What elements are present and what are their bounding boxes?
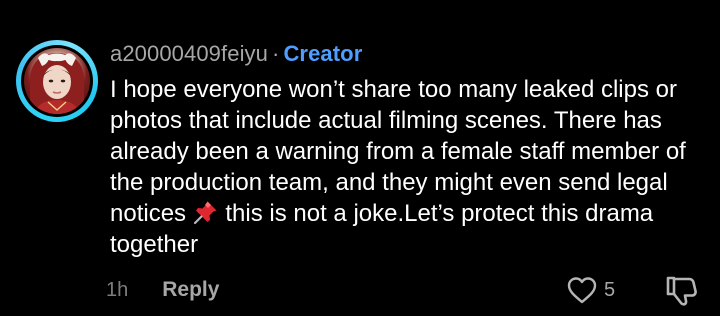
thumbs-down-icon[interactable] [663, 272, 701, 310]
separator: · [272, 41, 280, 66]
dislike-button[interactable] [663, 272, 701, 310]
username-row: a20000409feiyu · Creator [110, 40, 362, 68]
creator-badge: Creator [283, 41, 363, 66]
pushpin-icon [193, 199, 219, 225]
comment-text: I hope everyone won’t share too many lea… [110, 74, 700, 260]
like-button[interactable]: 5 [566, 273, 615, 307]
username[interactable]: a20000409feiyu [110, 41, 268, 67]
heart-icon[interactable] [566, 275, 598, 305]
like-count: 5 [604, 278, 616, 301]
reply-button[interactable]: Reply [162, 278, 219, 302]
timestamp: 1h [106, 278, 129, 301]
comment-footer: 1h Reply [106, 276, 219, 304]
avatar-image [24, 48, 90, 114]
avatar[interactable] [16, 40, 98, 122]
comment: a20000409feiyu · Creator I hope everyone… [0, 0, 720, 316]
